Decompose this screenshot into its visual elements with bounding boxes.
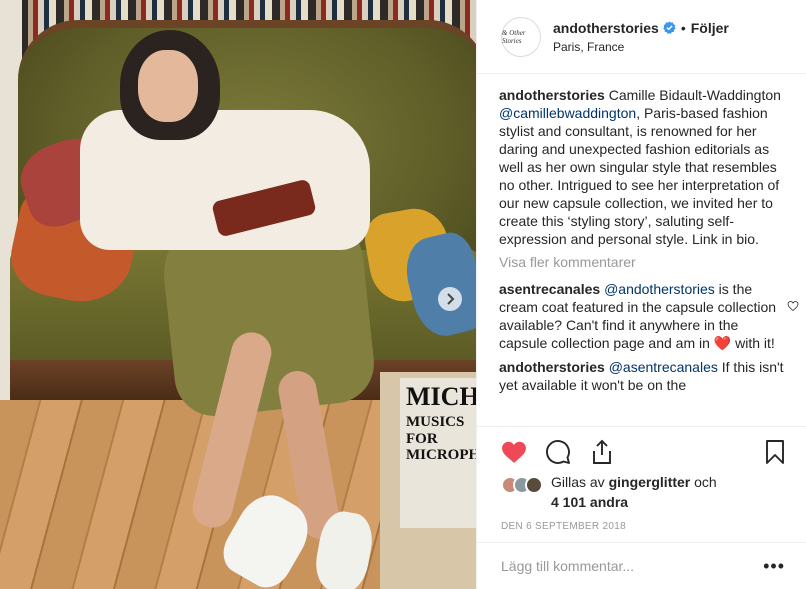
comment-text: , Paris-based fashion stylist and consul… xyxy=(499,105,780,247)
caption: andotherstories Camille Bidault-Waddingt… xyxy=(499,86,785,248)
mention-link[interactable]: @andotherstories xyxy=(604,281,715,297)
comment-text: Camille Bidault-Waddington xyxy=(608,87,781,103)
comment: asentrecanales @andotherstories is the c… xyxy=(499,280,799,352)
username-link[interactable]: andotherstories xyxy=(553,20,659,36)
comment-bubble-icon xyxy=(546,439,570,464)
comment-input[interactable] xyxy=(501,558,764,574)
liker-avatars xyxy=(501,476,543,512)
add-comment-bar: ••• xyxy=(477,542,806,589)
share-upload-icon xyxy=(593,439,611,464)
model-face xyxy=(138,50,198,122)
record-cover: MICHA MUSICS FOR MICROPHONE xyxy=(400,378,476,528)
likes-text: Gillas av gingerglitter och 4 101 andra xyxy=(551,472,717,512)
record-title: MICHA xyxy=(406,382,476,411)
bookmark-icon xyxy=(766,440,784,464)
likes-count-link[interactable]: 4 101 andra xyxy=(551,494,628,510)
post-photo[interactable]: MICHA MUSICS FOR MICROPHONE xyxy=(0,0,476,589)
like-comment-heart-icon[interactable] xyxy=(787,300,799,312)
likes-conjunction: och xyxy=(690,474,717,490)
mention-link[interactable]: @asentrecanales xyxy=(609,359,718,375)
more-options-icon[interactable]: ••• xyxy=(763,556,785,577)
like-button[interactable] xyxy=(501,439,527,465)
post-header: & Other Stories andotherstories • Följer… xyxy=(477,0,806,74)
avatar-logo-text: & Other Stories xyxy=(502,28,526,45)
liker-avatar[interactable] xyxy=(525,476,543,494)
comment-username[interactable]: andotherstories xyxy=(499,87,605,103)
instagram-post: MICHA MUSICS FOR MICROPHONE & Other Stor… xyxy=(0,0,806,589)
action-bar xyxy=(477,426,806,476)
avatar[interactable]: & Other Stories xyxy=(501,16,541,57)
comment-button[interactable] xyxy=(545,439,571,465)
separator-dot: • xyxy=(680,19,686,36)
comment-username[interactable]: andotherstories xyxy=(499,359,605,375)
comment: andotherstories @asentrecanales If this … xyxy=(499,358,785,394)
next-image-button[interactable] xyxy=(438,287,462,311)
header-row: andotherstories • Följer xyxy=(553,20,729,36)
header-info: andotherstories • Följer Paris, France xyxy=(553,20,729,54)
save-button[interactable] xyxy=(765,439,785,468)
following-button[interactable]: Följer xyxy=(691,20,729,36)
post-date[interactable]: DEN 6 SEPTEMBER 2018 xyxy=(501,521,626,532)
record-subtitle: MUSICS FOR MICROPHONE xyxy=(406,414,476,463)
share-button[interactable] xyxy=(589,439,615,465)
likes-summary: Gillas av gingerglitter och 4 101 andra xyxy=(501,472,791,512)
comment-text: with it! xyxy=(731,335,775,351)
liker-username-link[interactable]: gingerglitter xyxy=(609,474,691,490)
comment-username[interactable]: asentrecanales xyxy=(499,281,600,297)
mention-link[interactable]: @camillebwaddington xyxy=(499,105,636,121)
comments-list: andotherstories Camille Bidault-Waddingt… xyxy=(477,74,806,426)
heart-emoji: ❤️ xyxy=(713,335,732,351)
likes-prefix: Gillas av xyxy=(551,474,609,490)
chevron-right-icon xyxy=(447,293,455,305)
post-side-panel: & Other Stories andotherstories • Följer… xyxy=(476,0,806,589)
location-link[interactable]: Paris, France xyxy=(553,40,729,54)
heart-filled-icon xyxy=(502,441,526,463)
load-more-comments-button[interactable]: Visa fler kommentarer xyxy=(499,254,785,270)
verified-badge-icon xyxy=(663,21,676,34)
